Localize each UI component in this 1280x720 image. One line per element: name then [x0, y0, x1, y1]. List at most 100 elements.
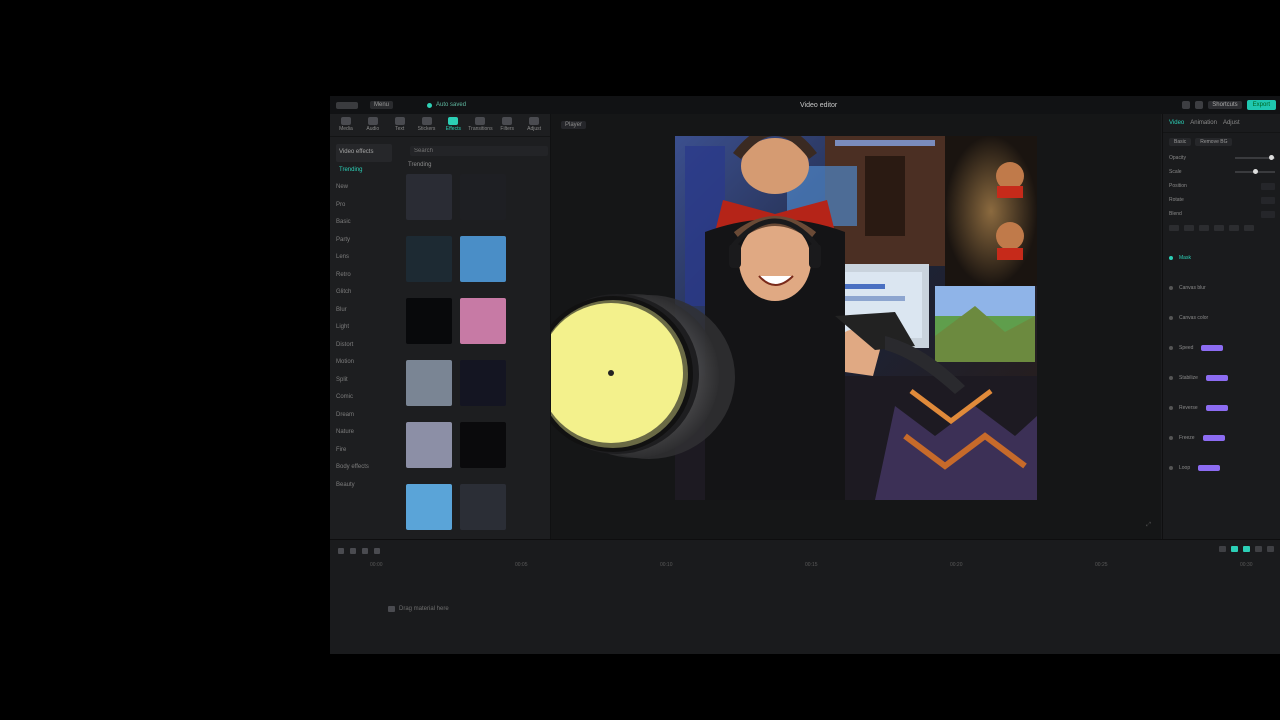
effect-thumb-3[interactable] — [406, 236, 452, 282]
align-center-icon[interactable] — [1184, 225, 1194, 231]
magnet-icon[interactable] — [1231, 546, 1238, 552]
effect-thumb-5[interactable] — [406, 298, 452, 344]
tool-adjust[interactable]: Adjust — [522, 117, 546, 133]
app-logo — [336, 101, 358, 109]
tool-stickers[interactable]: Stickers — [415, 117, 439, 133]
feature-item[interactable]: Mask — [1163, 243, 1280, 273]
toggle-icon[interactable] — [1169, 346, 1173, 350]
feature-item[interactable]: Loop — [1163, 453, 1280, 483]
property-row: Opacity — [1163, 151, 1280, 165]
feature-label: Mask — [1179, 255, 1191, 261]
tool-media[interactable]: Media — [334, 117, 358, 133]
align-top-icon[interactable] — [1214, 225, 1224, 231]
feature-item[interactable]: Stabilize — [1163, 363, 1280, 393]
select-tool-icon[interactable] — [338, 548, 344, 554]
toggle-icon[interactable] — [1169, 256, 1173, 260]
effect-thumb-8[interactable] — [460, 360, 506, 406]
property-value-field[interactable] — [1261, 210, 1275, 218]
zoom-in-icon[interactable] — [1267, 546, 1274, 552]
effect-thumb-1[interactable] — [406, 174, 452, 220]
link-icon[interactable] — [1243, 546, 1250, 552]
shortcuts-button[interactable]: Shortcuts — [1208, 101, 1242, 109]
toggle-icon[interactable] — [1169, 286, 1173, 290]
category-item[interactable]: Pro — [336, 197, 392, 215]
property-label: Scale — [1169, 169, 1182, 175]
tool-filters[interactable]: Filters — [495, 117, 519, 133]
effect-thumb-7[interactable] — [406, 360, 452, 406]
effect-thumb-6[interactable] — [460, 298, 506, 344]
redo-icon[interactable] — [362, 548, 368, 554]
fullscreen-icon[interactable]: ⤢ — [1146, 522, 1151, 529]
sub-tab[interactable]: Remove BG — [1195, 138, 1233, 146]
feature-item[interactable]: Freeze — [1163, 423, 1280, 453]
category-item[interactable]: Distort — [336, 337, 392, 355]
feature-item[interactable]: Reverse — [1163, 393, 1280, 423]
category-item[interactable]: Basic — [336, 214, 392, 232]
zoom-out-icon[interactable] — [1255, 546, 1262, 552]
empty-track[interactable]: Drag material here — [388, 606, 449, 612]
media-track-icon — [388, 606, 395, 612]
undo-icon[interactable] — [350, 548, 356, 554]
category-item[interactable]: Retro — [336, 267, 392, 285]
property-slider[interactable] — [1235, 169, 1275, 174]
align-left-icon[interactable] — [1169, 225, 1179, 231]
editor-window: Menu Auto saved Video editor Shortcuts E… — [330, 96, 1280, 654]
pro-badge — [1201, 345, 1224, 351]
toggle-icon[interactable] — [1169, 376, 1173, 380]
tool-audio[interactable]: Audio — [361, 117, 385, 133]
category-item[interactable]: Fire — [336, 442, 392, 460]
settings-icon[interactable] — [1195, 101, 1204, 109]
category-item[interactable]: Glitch — [336, 284, 392, 302]
effect-thumb-2[interactable] — [460, 174, 506, 220]
property-value-field[interactable] — [1261, 196, 1275, 204]
effect-thumb-12[interactable] — [460, 484, 506, 530]
category-item[interactable]: Split — [336, 372, 392, 390]
toggle-icon[interactable] — [1169, 436, 1173, 440]
search-input[interactable] — [410, 146, 548, 156]
feature-item[interactable]: Canvas color — [1163, 303, 1280, 333]
mic-icon[interactable] — [1219, 546, 1226, 552]
align-middle-icon[interactable] — [1229, 225, 1239, 231]
align-right-icon[interactable] — [1199, 225, 1209, 231]
toggle-icon[interactable] — [1169, 466, 1173, 470]
tab-video[interactable]: Video — [1169, 120, 1184, 126]
layout-icon[interactable] — [1182, 101, 1191, 109]
tab-animation[interactable]: Animation — [1190, 120, 1217, 126]
tool-effects[interactable]: Effects — [441, 117, 465, 133]
feature-item[interactable]: Speed — [1163, 333, 1280, 363]
split-icon[interactable] — [374, 548, 380, 554]
tool-text[interactable]: Text — [388, 117, 412, 133]
align-bottom-icon[interactable] — [1244, 225, 1254, 231]
category-item[interactable]: Beauty — [336, 477, 392, 495]
effect-thumb-11[interactable] — [406, 484, 452, 530]
toggle-icon[interactable] — [1169, 316, 1173, 320]
feature-item[interactable]: Canvas blur — [1163, 273, 1280, 303]
status-dot-icon — [427, 102, 433, 108]
slider-knob[interactable] — [1269, 155, 1274, 160]
toggle-icon[interactable] — [1169, 406, 1173, 410]
effect-thumb-4[interactable] — [460, 236, 506, 282]
category-item[interactable]: Body effects — [336, 459, 392, 477]
category-item[interactable]: Party — [336, 232, 392, 250]
property-label: Position — [1169, 183, 1187, 189]
menu-button[interactable]: Menu — [370, 101, 394, 109]
category-item[interactable]: Comic — [336, 389, 392, 407]
effect-thumb-9[interactable] — [406, 422, 452, 468]
tool-transitions[interactable]: Transitions — [468, 117, 493, 133]
category-item[interactable]: Nature — [336, 424, 392, 442]
category-item[interactable]: Dream — [336, 407, 392, 425]
category-item[interactable]: Light — [336, 319, 392, 337]
slider-knob[interactable] — [1253, 169, 1258, 174]
effect-thumb-10[interactable] — [460, 422, 506, 468]
tab-adjust[interactable]: Adjust — [1223, 120, 1240, 126]
sub-tab[interactable]: Basic — [1169, 138, 1192, 146]
category-item[interactable]: New — [336, 179, 392, 197]
export-button[interactable]: Export — [1246, 100, 1276, 110]
property-slider[interactable] — [1235, 155, 1275, 160]
category-item[interactable]: Lens — [336, 249, 392, 267]
property-value-field[interactable] — [1261, 182, 1275, 190]
category-item[interactable]: Blur — [336, 302, 392, 320]
category-item[interactable]: Motion — [336, 354, 392, 372]
category-item[interactable]: Trending — [336, 162, 392, 180]
category-item[interactable]: Video effects — [336, 144, 392, 162]
